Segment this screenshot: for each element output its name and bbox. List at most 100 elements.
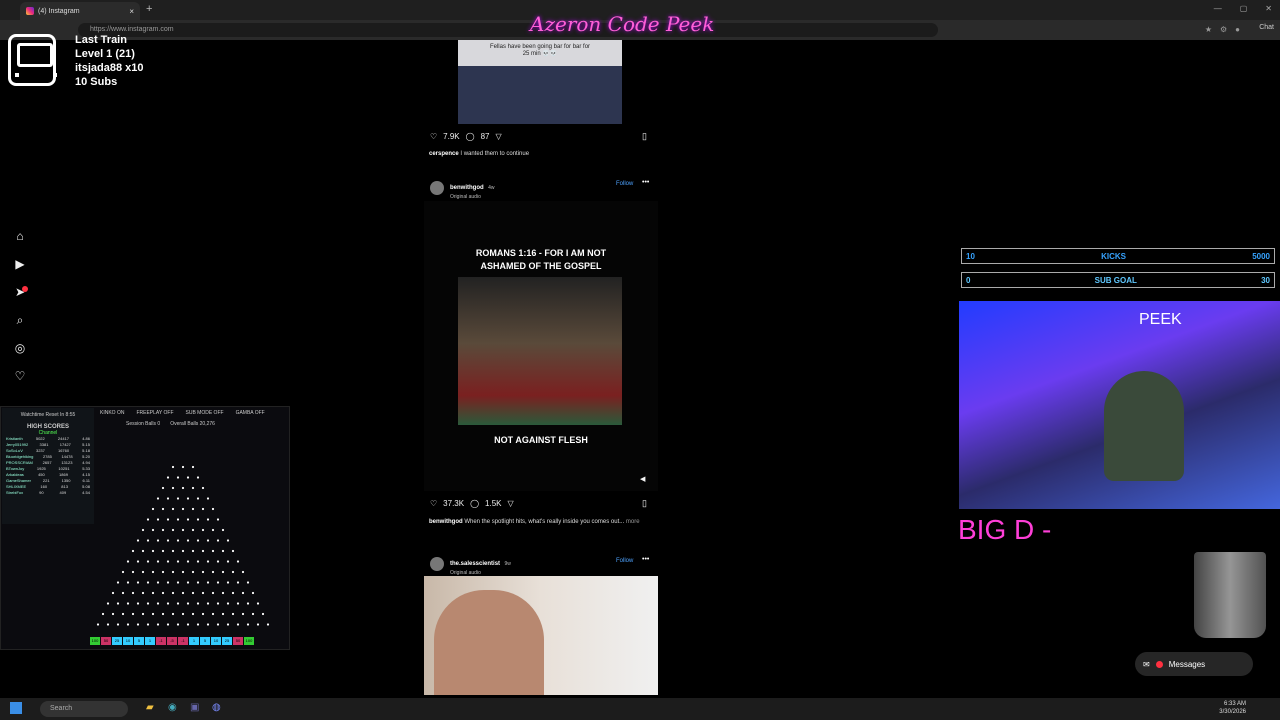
plinko-bin: 5: [200, 637, 210, 645]
plinko-peg: [176, 476, 180, 479]
plinko-peg: [221, 612, 225, 616]
mute-icon[interactable]: ◀: [640, 475, 645, 483]
post2-more-link[interactable]: more: [626, 519, 640, 525]
mode-gamba: GAMBA OFF: [235, 410, 265, 416]
post1-media[interactable]: Fellas have been going bar for bar for 2…: [458, 40, 622, 124]
plinko-peg: [211, 570, 215, 574]
plinko-peg: [176, 602, 180, 605]
discord-icon[interactable]: ◍: [212, 702, 221, 713]
plinko-peg: [181, 570, 185, 574]
heart-icon[interactable]: ♡: [13, 369, 27, 383]
plinko-peg: [106, 623, 110, 626]
url-field[interactable]: https://www.instagram.com: [78, 23, 938, 37]
plinko-peg: [181, 507, 185, 511]
browser-tab[interactable]: (4) Instagram ×: [20, 2, 140, 20]
post2-caption-user[interactable]: benwithgod: [429, 519, 463, 525]
messages-button[interactable]: ✉ Messages: [1135, 652, 1253, 676]
post2-follow-button[interactable]: Follow: [616, 181, 633, 187]
plinko-peg: [231, 549, 235, 553]
plinko-peg: [116, 623, 120, 626]
chrome-icon[interactable]: ◉: [168, 702, 177, 713]
high-score-row: StrebiFox 90 409 4.54: [2, 490, 94, 496]
close-tab-icon[interactable]: ×: [129, 7, 134, 16]
plinko-peg: [231, 591, 235, 595]
home-icon[interactable]: ⌂: [13, 229, 27, 243]
plinko-bin: 25: [222, 637, 232, 645]
clock-time: 6:33 AM: [1223, 701, 1246, 707]
plinko-peg: [136, 539, 140, 542]
plinko-bin: 50: [101, 637, 111, 645]
plinko-peg: [126, 581, 130, 584]
plinko-peg: [226, 602, 230, 605]
plinko-peg: [241, 612, 245, 616]
new-tab-button[interactable]: +: [146, 3, 152, 15]
chat-button[interactable]: Chat: [1259, 24, 1274, 31]
taskbar-search[interactable]: Search: [40, 701, 128, 717]
plinko-peg: [251, 591, 255, 595]
post3-username[interactable]: the.salesscientist: [450, 561, 500, 567]
plinko-peg: [236, 560, 240, 563]
bookmark-icon[interactable]: ▯: [642, 131, 647, 142]
share-icon[interactable]: ▽: [496, 132, 502, 141]
post3-time: 9w: [504, 561, 511, 567]
plinko-peg: [126, 602, 130, 605]
plinko-peg: [216, 623, 220, 626]
plinko-peg: [221, 528, 225, 532]
explore-icon[interactable]: ◎: [13, 341, 27, 355]
mode-kinko: KINKO ON: [100, 410, 125, 416]
minimize-icon[interactable]: —: [1214, 4, 1222, 13]
plinko-peg: [166, 497, 170, 500]
post3-more-icon[interactable]: •••: [642, 556, 649, 563]
file-explorer-icon[interactable]: ▰: [146, 702, 154, 713]
score-value: 90: [39, 490, 44, 495]
post3-follow-button[interactable]: Follow: [616, 558, 633, 564]
comment-icon[interactable]: ◯: [470, 499, 479, 508]
maximize-icon[interactable]: ▢: [1240, 4, 1248, 13]
like-icon[interactable]: ♡: [430, 132, 437, 141]
bookmark-icon[interactable]: ▯: [642, 498, 647, 509]
plinko-peg: [136, 623, 140, 626]
post3-avatar[interactable]: [430, 557, 444, 571]
search-icon[interactable]: ⌕: [13, 313, 27, 327]
plinko-peg: [206, 581, 210, 584]
plinko-peg: [111, 612, 115, 616]
plinko-peg: [161, 486, 165, 490]
plinko-peg: [241, 570, 245, 574]
extensions-icon[interactable]: ⚙: [1220, 25, 1227, 34]
post2-more-icon[interactable]: •••: [642, 179, 649, 186]
profile-icon[interactable]: ●: [1235, 25, 1240, 34]
plinko-peg: [221, 591, 225, 595]
plinko-peg: [116, 602, 120, 605]
post3-face: [434, 590, 544, 695]
plinko-bin: 100: [244, 637, 254, 645]
plinko-peg: [151, 507, 155, 511]
post2-username[interactable]: benwithgod: [450, 185, 484, 191]
plinko-peg: [196, 581, 200, 584]
post2-caption-text: When the spotlight hits, what's really i…: [464, 519, 625, 525]
plinko-peg: [191, 486, 195, 490]
post2-avatar[interactable]: [430, 181, 444, 195]
like-icon[interactable]: ♡: [430, 499, 437, 508]
post3-media[interactable]: [424, 576, 658, 695]
kicks-target: 5000: [1252, 251, 1270, 261]
close-window-icon[interactable]: ✕: [1265, 4, 1272, 13]
app-icon[interactable]: ▣: [190, 702, 199, 713]
plinko-peg: [166, 476, 170, 479]
plinko-peg: [221, 570, 225, 574]
share-icon[interactable]: ▽: [508, 499, 514, 508]
plinko-peg: [186, 476, 190, 479]
comment-icon[interactable]: ◯: [466, 132, 475, 141]
plinko-peg: [201, 528, 205, 532]
post2-media[interactable]: ROMANS 1:16 - FOR I AM NOT ASHAMED OF TH…: [424, 201, 658, 491]
kicks-goal-bar: 10 KICKS 5000: [961, 248, 1275, 264]
windows-start-icon[interactable]: [10, 702, 22, 714]
star-icon[interactable]: ★: [1205, 25, 1212, 34]
plinko-peg: [146, 581, 150, 584]
plinko-peg: [166, 560, 170, 563]
plinko-peg: [241, 591, 245, 595]
post1-caption-user[interactable]: cerspence: [429, 151, 459, 157]
plinko-peg: [136, 560, 140, 563]
post2-comments: 1.5K: [485, 499, 502, 508]
post2-audio[interactable]: Original audio: [450, 194, 495, 200]
reels-icon[interactable]: ▶: [13, 257, 27, 271]
